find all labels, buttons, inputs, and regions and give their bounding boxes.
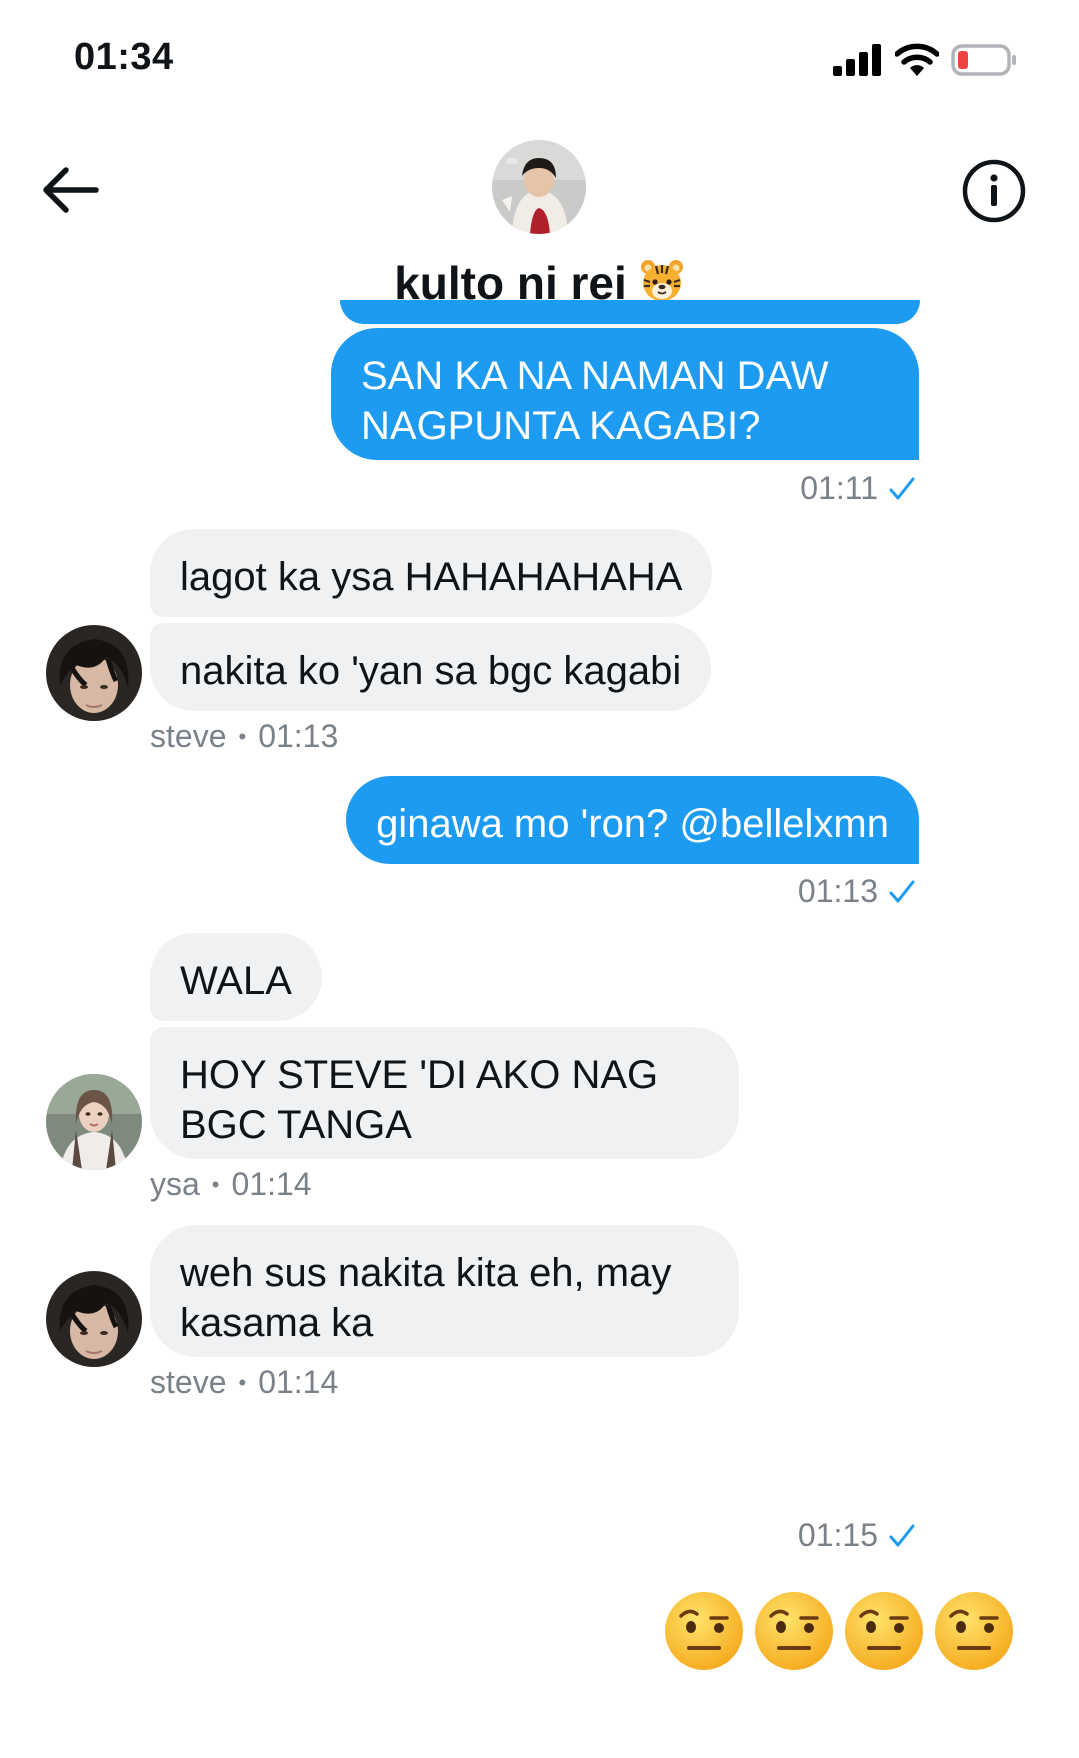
- message-bubble-outgoing[interactable]: ginawa mo 'ron? @bellelxmn: [346, 776, 919, 864]
- message-meta: 01:11: [800, 470, 916, 507]
- message-meta: 01:13: [798, 873, 916, 910]
- message-text: ginawa mo 'ron? @bellelxmn: [376, 802, 889, 846]
- message-sender[interactable]: steve: [150, 1364, 226, 1401]
- avatar-ysa[interactable]: [46, 1074, 142, 1170]
- message-meta: steve • 01:14: [150, 1364, 338, 1401]
- checkmark-icon: [889, 880, 915, 902]
- message-text: SAN KA NA NAMAN DAW NAGPUNTA KAGABI?: [361, 354, 829, 448]
- avatar-steve[interactable]: [46, 1271, 142, 1367]
- cellular-signal-icon: [833, 44, 881, 76]
- previous-message-bubble-partial: [340, 300, 920, 324]
- message-text: lagot ka ysa HAHAHAHAHA: [180, 555, 683, 599]
- battery-icon: [951, 44, 1016, 76]
- message-sender[interactable]: ysa: [150, 1166, 200, 1203]
- wifi-icon: [895, 43, 939, 76]
- message-time: 01:11: [800, 470, 878, 506]
- message-bubble-incoming[interactable]: nakita ko 'yan sa bgc kagabi: [150, 623, 712, 711]
- message-time: 01:14: [231, 1166, 312, 1202]
- message-sender[interactable]: steve: [150, 718, 226, 755]
- message-meta: 01:15: [798, 1517, 916, 1554]
- emoji-message[interactable]: [663, 1590, 1015, 1672]
- message-text: weh sus nakita kita eh, may kasama ka: [180, 1251, 672, 1345]
- face-with-raised-eyebrow-emoji: [665, 1592, 743, 1670]
- back-button[interactable]: [36, 160, 106, 220]
- meta-separator: •: [238, 723, 247, 749]
- face-with-raised-eyebrow-emoji: [935, 1592, 1013, 1670]
- message-bubble-incoming[interactable]: weh sus nakita kita eh, may kasama ka: [150, 1225, 739, 1357]
- message-time: 01:15: [797, 1517, 878, 1553]
- meta-separator: •: [238, 1369, 247, 1395]
- message-bubble-incoming[interactable]: HOY STEVE 'DI AKO NAG BGC TANGA: [150, 1027, 739, 1159]
- message-time: 01:13: [258, 718, 339, 754]
- message-text: WALA: [180, 959, 292, 1003]
- status-bar-icons: [833, 40, 1017, 80]
- face-with-raised-eyebrow-emoji: [845, 1592, 923, 1670]
- arrow-left-icon: [43, 167, 99, 213]
- checkmark-icon: [889, 477, 915, 499]
- checkmark-icon: [889, 1524, 915, 1546]
- face-with-raised-eyebrow-emoji: [755, 1592, 833, 1670]
- info-circle-icon: [962, 159, 1026, 223]
- message-meta: steve • 01:13: [150, 718, 338, 755]
- info-button[interactable]: [961, 158, 1027, 224]
- group-avatar[interactable]: [492, 140, 586, 234]
- message-bubble-incoming[interactable]: WALA: [150, 933, 322, 1021]
- message-text: HOY STEVE 'DI AKO NAG BGC TANGA: [180, 1053, 659, 1147]
- message-time: 01:13: [797, 873, 878, 909]
- meta-separator: •: [211, 1171, 220, 1197]
- avatar-steve[interactable]: [46, 625, 142, 721]
- message-bubble-incoming[interactable]: lagot ka ysa HAHAHAHAHA: [150, 529, 713, 617]
- status-bar-time: 01:34: [74, 36, 174, 78]
- message-bubble-outgoing[interactable]: SAN KA NA NAMAN DAW NAGPUNTA KAGABI?: [331, 328, 919, 460]
- message-meta: ysa • 01:14: [150, 1166, 312, 1203]
- message-time: 01:14: [258, 1364, 339, 1400]
- message-text: nakita ko 'yan sa bgc kagabi: [180, 649, 682, 693]
